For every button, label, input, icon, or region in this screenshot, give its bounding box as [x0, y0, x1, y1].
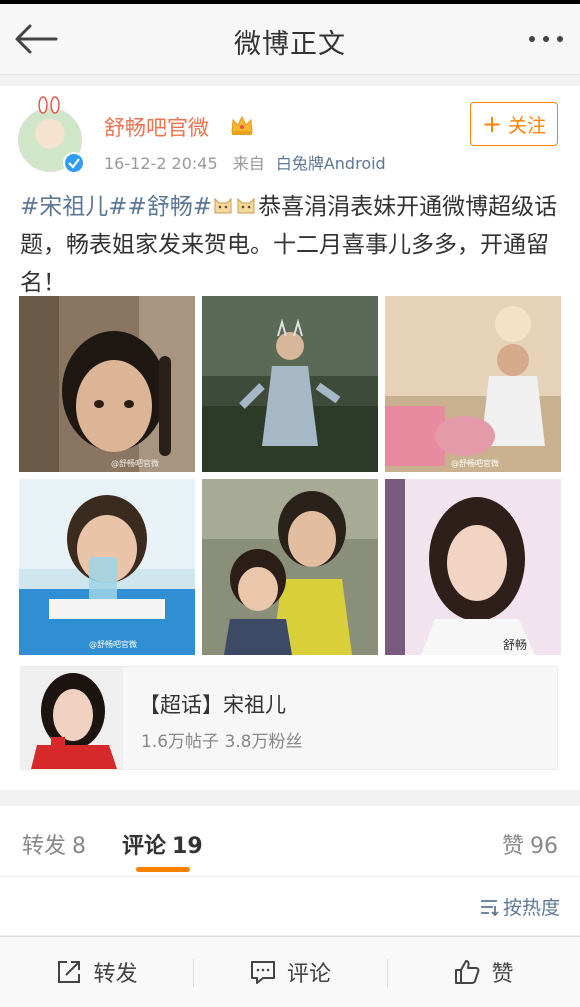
super-topic-card[interactable]: 【超话】宋祖儿 1.6万帖子 3.8万粉丝	[20, 666, 558, 770]
post-text: #宋祖儿##舒畅# 恭喜涓涓表妹开通微博超级话题，畅表姐家发来贺电。十二月喜事儿多…	[20, 188, 565, 302]
photo-watermark: @舒畅吧官微	[89, 639, 137, 649]
topic-link[interactable]: #舒畅#	[128, 194, 213, 220]
tab-reposts-label: 转发	[22, 834, 67, 859]
post-photo-4[interactable]: @舒畅吧官微	[19, 479, 195, 655]
plus-icon: +	[481, 110, 503, 138]
post-source[interactable]: 白兔牌Android	[276, 154, 386, 173]
tab-likes-label: 赞	[501, 834, 524, 859]
sort-bar: 按热度	[0, 877, 580, 935]
active-tab-indicator	[136, 867, 190, 872]
rabbit-ears-icon	[34, 96, 64, 114]
cat-emoji-icon	[237, 197, 255, 214]
comment-button[interactable]: 评论	[193, 937, 387, 1007]
like-button[interactable]: 赞	[387, 937, 580, 1007]
photo-watermark: @舒畅吧官微	[111, 458, 159, 468]
crown-icon	[230, 114, 254, 136]
page-title: 微博正文	[234, 29, 346, 60]
post-photo-1[interactable]: @舒畅吧官微	[19, 296, 195, 472]
repost-label: 转发	[93, 962, 138, 987]
super-topic-title: 【超话】宋祖儿	[139, 693, 286, 717]
interaction-tabs: 转发 8 评论 19 赞 96	[0, 806, 580, 877]
tab-comments-label: 评论	[122, 834, 167, 859]
photo-watermark: 舒畅	[503, 638, 527, 652]
repost-count: 8	[72, 834, 87, 859]
repost-button[interactable]: 转发	[0, 937, 193, 1007]
verified-badge-icon	[63, 152, 85, 174]
follow-button[interactable]: + 关注	[470, 102, 558, 146]
sort-by-hot-button[interactable]: 按热度	[479, 893, 560, 920]
navigation-bar: 微博正文	[0, 4, 580, 75]
sort-label: 按热度	[502, 897, 560, 919]
comment-label: 评论	[286, 962, 331, 987]
like-count: 96	[530, 834, 558, 859]
post-photo-6[interactable]: 舒畅	[385, 479, 561, 655]
post-photo-5[interactable]	[202, 479, 378, 655]
topic-link[interactable]: #宋祖儿#	[20, 194, 128, 220]
thumbs-up-icon	[455, 960, 480, 984]
follow-label: 关注	[508, 114, 547, 137]
post-photo-3[interactable]: @舒畅吧官微	[385, 296, 561, 472]
post-meta: 16-12-2 20:45 来自 白兔牌Android	[104, 150, 386, 174]
super-topic-thumbnail	[21, 667, 123, 769]
sort-icon	[480, 899, 499, 916]
comment-icon	[250, 961, 275, 984]
comment-count: 19	[172, 834, 203, 859]
post-card: 舒畅吧官微 16-12-2 20:45 来自 白兔牌Android + 关注 #…	[0, 86, 580, 790]
tab-comments[interactable]: 评论 19	[122, 828, 203, 860]
more-dots-icon[interactable]	[524, 24, 568, 54]
tab-likes[interactable]: 赞 96	[502, 828, 558, 860]
super-topic-stats: 1.6万帖子 3.8万粉丝	[141, 732, 303, 752]
repost-icon	[58, 961, 81, 983]
like-label: 赞	[491, 962, 514, 987]
from-label: 来自	[232, 154, 265, 173]
post-time: 16-12-2 20:45	[104, 154, 218, 173]
post-photo-2[interactable]	[202, 296, 378, 472]
bottom-action-bar: 转发 评论 赞	[0, 936, 580, 1007]
tab-reposts[interactable]: 转发 8	[22, 828, 86, 860]
cat-emoji-icon	[214, 197, 232, 214]
photo-watermark: @舒畅吧官微	[451, 458, 499, 468]
post-author[interactable]: 舒畅吧官微	[104, 112, 209, 142]
